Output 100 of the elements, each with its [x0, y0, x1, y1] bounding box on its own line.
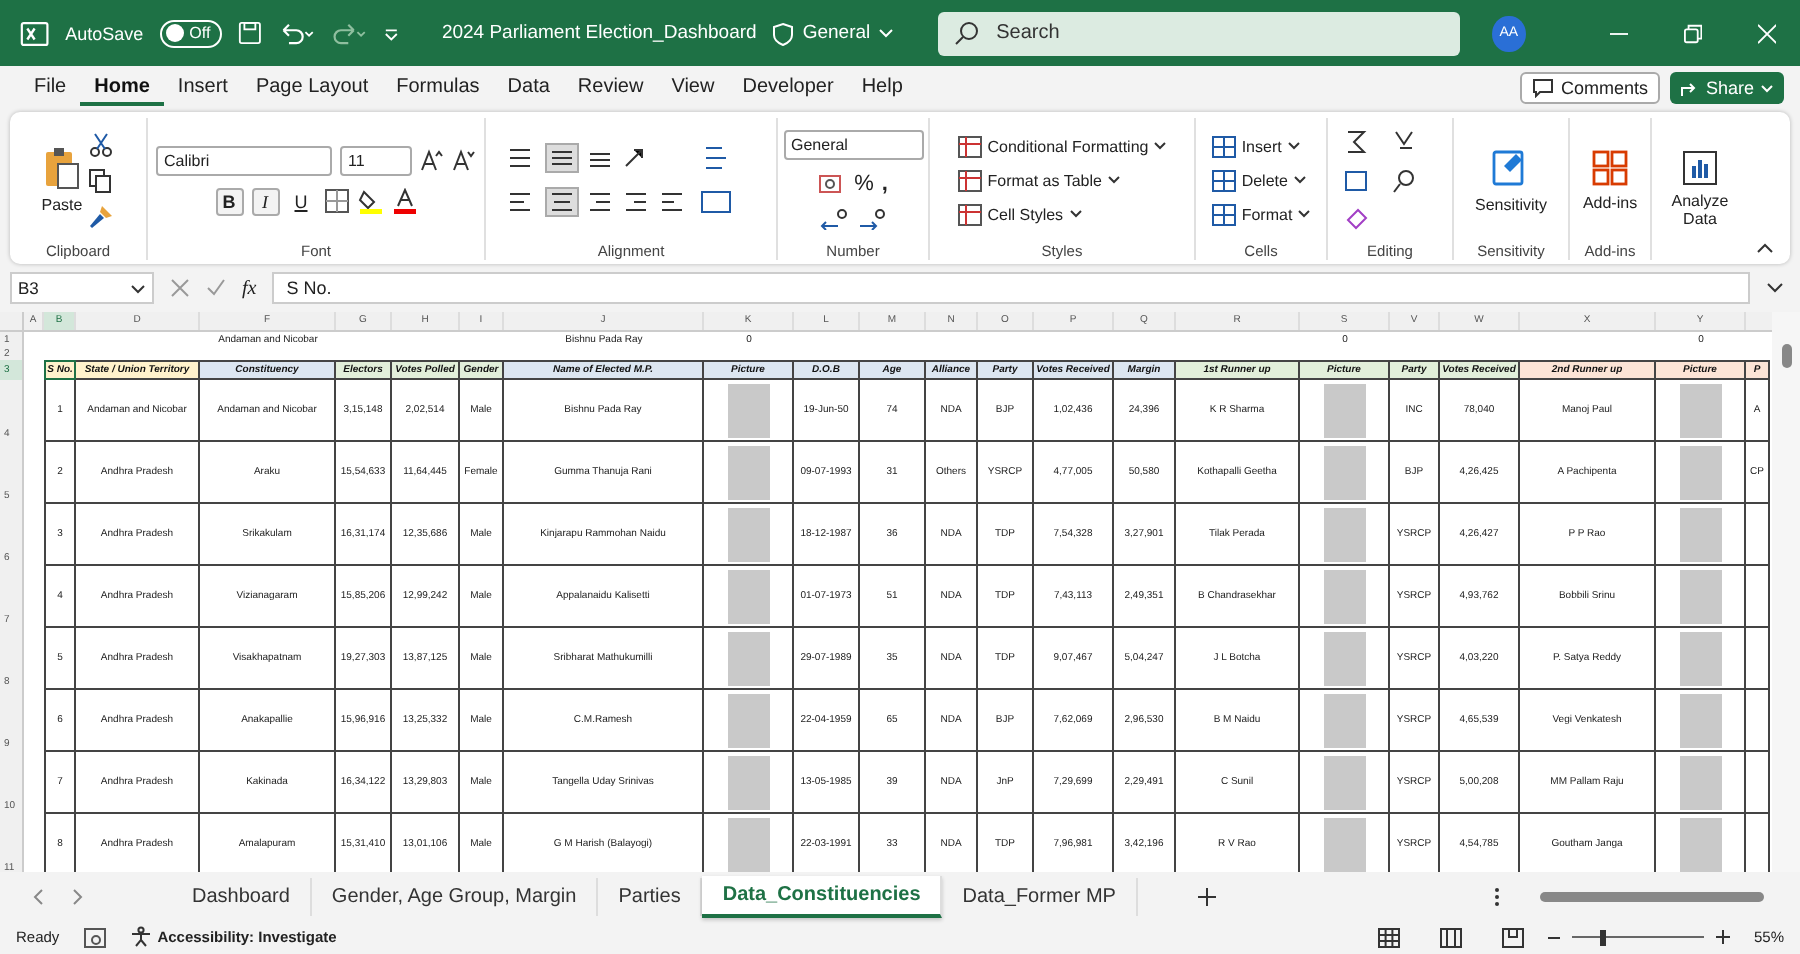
- autosave-toggle[interactable]: Off: [159, 19, 223, 47]
- search-input[interactable]: Search: [996, 22, 1397, 44]
- photo-placeholder: [1323, 693, 1365, 747]
- cancel-icon[interactable]: [170, 278, 190, 298]
- search-field[interactable]: Search: [938, 11, 1461, 55]
- ribbon-tab[interactable]: View: [657, 70, 729, 106]
- ribbon-tab[interactable]: Help: [847, 70, 917, 106]
- analyze-data-button[interactable]: Analyze Data: [1660, 148, 1740, 230]
- decrease-font-icon[interactable]: [452, 148, 476, 172]
- font-color-icon[interactable]: [391, 188, 417, 214]
- photo-placeholder: [1323, 631, 1365, 685]
- photo-placeholder: [727, 693, 769, 747]
- redo-icon[interactable]: [330, 20, 368, 46]
- person-icon: [129, 926, 152, 948]
- grid-icon: [1211, 203, 1236, 225]
- cells-button[interactable]: Format: [1211, 203, 1311, 225]
- zoom-slider-thumb[interactable]: [1599, 929, 1605, 945]
- sheet-tab[interactable]: Gender, Age Group, Margin: [311, 877, 599, 915]
- enter-icon[interactable]: [206, 278, 226, 298]
- styles-button[interactable]: Conditional Formatting: [957, 135, 1167, 157]
- font-style-button[interactable]: B: [215, 187, 243, 215]
- photo-placeholder: [1679, 383, 1721, 437]
- ribbon-tab[interactable]: Developer: [728, 70, 848, 106]
- undo-icon[interactable]: [278, 20, 315, 46]
- photo-placeholder: [1323, 445, 1365, 499]
- close-icon[interactable]: [1757, 23, 1777, 43]
- comments-button[interactable]: Comments: [1520, 72, 1660, 104]
- ribbon-tab[interactable]: Data: [493, 70, 564, 106]
- zoom-in-icon[interactable]: [1715, 930, 1730, 944]
- photo-placeholder: [1323, 507, 1365, 561]
- share-button[interactable]: Share: [1669, 72, 1784, 104]
- format-painter-icon[interactable]: [88, 203, 115, 229]
- customize-caret-icon[interactable]: [383, 25, 398, 41]
- ribbon-tab[interactable]: Page Layout: [241, 70, 383, 106]
- ribbon-tab[interactable]: Review: [563, 70, 658, 106]
- autosave-label: AutoSave: [65, 23, 144, 43]
- excel-logo-icon[interactable]: [20, 17, 50, 49]
- photo-placeholder: [727, 507, 769, 561]
- shield-icon: [772, 21, 795, 45]
- page-break-icon[interactable]: [1501, 927, 1524, 947]
- ribbon-tab[interactable]: Formulas: [382, 70, 494, 106]
- increase-font-icon[interactable]: [420, 148, 444, 172]
- cells-button[interactable]: Insert: [1211, 135, 1300, 157]
- paste-button[interactable]: Paste: [41, 146, 83, 214]
- photo-placeholder: [1679, 693, 1721, 747]
- table-icon: [957, 169, 982, 191]
- sensitivity-label-button[interactable]: General: [772, 21, 895, 45]
- sheet-tab[interactable]: Data_Former MP: [942, 877, 1138, 915]
- photo-placeholder: [1679, 631, 1721, 685]
- number-format-field[interactable]: General: [783, 130, 923, 160]
- styles-button[interactable]: Cell Styles: [957, 203, 1082, 225]
- fill-color-icon[interactable]: [357, 188, 383, 214]
- font-style-button[interactable]: I: [251, 187, 279, 215]
- decimal-icons-drawing[interactable]: [819, 208, 887, 230]
- sensitivity-button[interactable]: Sensitivity: [1474, 146, 1547, 214]
- grid-icon: [1590, 148, 1630, 188]
- table-icon: [957, 135, 982, 157]
- cut-icon[interactable]: [88, 131, 115, 157]
- restore-icon[interactable]: [1683, 23, 1702, 43]
- more-options-icon[interactable]: [1494, 887, 1500, 905]
- photo-placeholder: [727, 631, 769, 685]
- styles-button[interactable]: Format as Table: [957, 169, 1120, 191]
- collapse-ribbon-icon[interactable]: [1756, 242, 1774, 254]
- font-size-field[interactable]: 11: [340, 145, 412, 175]
- ribbon-tab[interactable]: File: [20, 70, 81, 106]
- page-layout-icon[interactable]: [1439, 927, 1462, 947]
- normal-view-icon[interactable]: [1377, 927, 1400, 947]
- next-sheet-icon[interactable]: [72, 887, 84, 905]
- window-title: 2024 Parliament Election_Dashboard: [441, 22, 757, 44]
- photo-placeholder: [727, 755, 769, 809]
- font-name-field[interactable]: Calibri: [156, 145, 332, 175]
- sheet-tab[interactable]: Data_Constituencies: [702, 875, 943, 917]
- currency-icon[interactable]: [818, 172, 847, 196]
- copy-icon[interactable]: [88, 167, 115, 193]
- ribbon-tab[interactable]: Home: [80, 70, 164, 106]
- sheet-tab[interactable]: Dashboard: [172, 877, 312, 915]
- borders-icon[interactable]: [323, 188, 349, 214]
- table-icon: [957, 203, 982, 225]
- caret-icon: [1298, 210, 1311, 218]
- expand-caret-icon[interactable]: [1766, 282, 1784, 294]
- formula-field[interactable]: S No.: [272, 272, 1750, 304]
- caret-icon: [1107, 176, 1120, 184]
- photo-placeholder: [1679, 569, 1721, 623]
- share-icon: [1679, 79, 1700, 97]
- photo-placeholder: [1323, 755, 1365, 809]
- ribbon-tab[interactable]: Insert: [163, 70, 242, 106]
- comma-button[interactable]: ,: [881, 172, 888, 196]
- font-style-button[interactable]: U: [287, 187, 315, 215]
- add-ins-button[interactable]: Add-ins: [1582, 148, 1638, 212]
- previous-sheet-icon[interactable]: [32, 887, 44, 905]
- photo-placeholder: [1679, 507, 1721, 561]
- cells-button[interactable]: Delete: [1211, 169, 1306, 191]
- grid-icon: [1211, 135, 1236, 157]
- name-box[interactable]: B3: [10, 272, 154, 304]
- save-icon[interactable]: [238, 20, 263, 46]
- photo-placeholder: [1323, 817, 1365, 871]
- photo-placeholder: [727, 383, 769, 437]
- percent-button[interactable]: %: [854, 172, 874, 196]
- add-sheet-icon[interactable]: [1197, 887, 1216, 905]
- insert-function-button[interactable]: fx: [242, 277, 257, 299]
